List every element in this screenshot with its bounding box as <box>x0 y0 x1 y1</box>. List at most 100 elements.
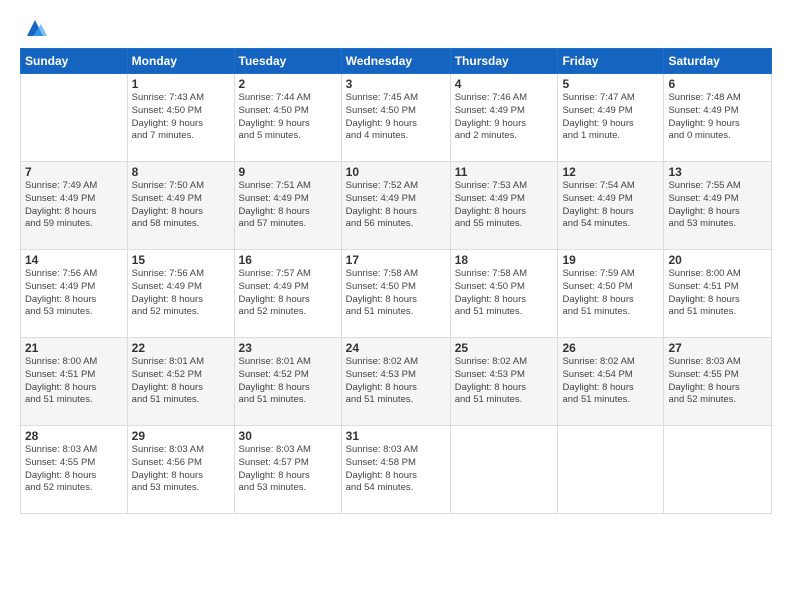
calendar-week-row: 7Sunrise: 7:49 AMSunset: 4:49 PMDaylight… <box>21 162 772 250</box>
calendar-cell <box>558 426 664 514</box>
calendar-cell: 24Sunrise: 8:02 AMSunset: 4:53 PMDayligh… <box>341 338 450 426</box>
calendar-cell: 8Sunrise: 7:50 AMSunset: 4:49 PMDaylight… <box>127 162 234 250</box>
day-number: 20 <box>668 253 767 267</box>
calendar-cell: 12Sunrise: 7:54 AMSunset: 4:49 PMDayligh… <box>558 162 664 250</box>
calendar-cell: 28Sunrise: 8:03 AMSunset: 4:55 PMDayligh… <box>21 426 128 514</box>
day-info: Sunrise: 8:03 AMSunset: 4:58 PMDaylight:… <box>346 444 446 495</box>
day-number: 8 <box>132 165 230 179</box>
day-number: 6 <box>668 77 767 91</box>
day-info: Sunrise: 8:00 AMSunset: 4:51 PMDaylight:… <box>668 268 767 319</box>
calendar-cell: 1Sunrise: 7:43 AMSunset: 4:50 PMDaylight… <box>127 74 234 162</box>
calendar-cell: 13Sunrise: 7:55 AMSunset: 4:49 PMDayligh… <box>664 162 772 250</box>
day-info: Sunrise: 7:58 AMSunset: 4:50 PMDaylight:… <box>455 268 554 319</box>
day-info: Sunrise: 8:03 AMSunset: 4:56 PMDaylight:… <box>132 444 230 495</box>
calendar-cell: 11Sunrise: 7:53 AMSunset: 4:49 PMDayligh… <box>450 162 558 250</box>
logo-icon <box>23 16 47 40</box>
day-info: Sunrise: 7:59 AMSunset: 4:50 PMDaylight:… <box>562 268 659 319</box>
day-info: Sunrise: 8:02 AMSunset: 4:54 PMDaylight:… <box>562 356 659 407</box>
day-number: 12 <box>562 165 659 179</box>
header <box>20 16 772 40</box>
day-info: Sunrise: 7:56 AMSunset: 4:49 PMDaylight:… <box>132 268 230 319</box>
weekday-header: Saturday <box>664 49 772 74</box>
day-info: Sunrise: 7:53 AMSunset: 4:49 PMDaylight:… <box>455 180 554 231</box>
calendar-cell: 27Sunrise: 8:03 AMSunset: 4:55 PMDayligh… <box>664 338 772 426</box>
day-info: Sunrise: 7:45 AMSunset: 4:50 PMDaylight:… <box>346 92 446 143</box>
calendar-cell <box>21 74 128 162</box>
day-info: Sunrise: 7:57 AMSunset: 4:49 PMDaylight:… <box>239 268 337 319</box>
calendar-cell: 10Sunrise: 7:52 AMSunset: 4:49 PMDayligh… <box>341 162 450 250</box>
day-number: 19 <box>562 253 659 267</box>
calendar-cell: 3Sunrise: 7:45 AMSunset: 4:50 PMDaylight… <box>341 74 450 162</box>
day-number: 31 <box>346 429 446 443</box>
weekday-header: Sunday <box>21 49 128 74</box>
calendar-cell <box>450 426 558 514</box>
day-number: 27 <box>668 341 767 355</box>
day-info: Sunrise: 7:46 AMSunset: 4:49 PMDaylight:… <box>455 92 554 143</box>
day-info: Sunrise: 8:02 AMSunset: 4:53 PMDaylight:… <box>455 356 554 407</box>
day-number: 16 <box>239 253 337 267</box>
weekday-header: Thursday <box>450 49 558 74</box>
calendar-table: SundayMondayTuesdayWednesdayThursdayFrid… <box>20 48 772 514</box>
day-number: 21 <box>25 341 123 355</box>
calendar-cell: 20Sunrise: 8:00 AMSunset: 4:51 PMDayligh… <box>664 250 772 338</box>
weekday-header: Monday <box>127 49 234 74</box>
day-number: 14 <box>25 253 123 267</box>
calendar-cell: 9Sunrise: 7:51 AMSunset: 4:49 PMDaylight… <box>234 162 341 250</box>
calendar-cell: 22Sunrise: 8:01 AMSunset: 4:52 PMDayligh… <box>127 338 234 426</box>
day-number: 17 <box>346 253 446 267</box>
calendar-cell: 6Sunrise: 7:48 AMSunset: 4:49 PMDaylight… <box>664 74 772 162</box>
day-info: Sunrise: 7:55 AMSunset: 4:49 PMDaylight:… <box>668 180 767 231</box>
day-info: Sunrise: 7:56 AMSunset: 4:49 PMDaylight:… <box>25 268 123 319</box>
calendar-week-row: 14Sunrise: 7:56 AMSunset: 4:49 PMDayligh… <box>21 250 772 338</box>
calendar-cell: 16Sunrise: 7:57 AMSunset: 4:49 PMDayligh… <box>234 250 341 338</box>
calendar-cell <box>664 426 772 514</box>
day-number: 23 <box>239 341 337 355</box>
day-number: 10 <box>346 165 446 179</box>
calendar-cell: 19Sunrise: 7:59 AMSunset: 4:50 PMDayligh… <box>558 250 664 338</box>
calendar-cell: 31Sunrise: 8:03 AMSunset: 4:58 PMDayligh… <box>341 426 450 514</box>
day-number: 24 <box>346 341 446 355</box>
day-number: 15 <box>132 253 230 267</box>
day-number: 11 <box>455 165 554 179</box>
day-number: 25 <box>455 341 554 355</box>
day-number: 18 <box>455 253 554 267</box>
day-info: Sunrise: 8:01 AMSunset: 4:52 PMDaylight:… <box>239 356 337 407</box>
day-number: 7 <box>25 165 123 179</box>
day-number: 22 <box>132 341 230 355</box>
day-info: Sunrise: 8:03 AMSunset: 4:57 PMDaylight:… <box>239 444 337 495</box>
day-info: Sunrise: 7:47 AMSunset: 4:49 PMDaylight:… <box>562 92 659 143</box>
calendar-cell: 23Sunrise: 8:01 AMSunset: 4:52 PMDayligh… <box>234 338 341 426</box>
day-number: 29 <box>132 429 230 443</box>
weekday-header-row: SundayMondayTuesdayWednesdayThursdayFrid… <box>21 49 772 74</box>
day-info: Sunrise: 8:01 AMSunset: 4:52 PMDaylight:… <box>132 356 230 407</box>
day-number: 2 <box>239 77 337 91</box>
calendar-cell: 14Sunrise: 7:56 AMSunset: 4:49 PMDayligh… <box>21 250 128 338</box>
day-info: Sunrise: 7:51 AMSunset: 4:49 PMDaylight:… <box>239 180 337 231</box>
day-info: Sunrise: 8:03 AMSunset: 4:55 PMDaylight:… <box>25 444 123 495</box>
calendar-cell: 15Sunrise: 7:56 AMSunset: 4:49 PMDayligh… <box>127 250 234 338</box>
day-number: 26 <box>562 341 659 355</box>
day-info: Sunrise: 7:43 AMSunset: 4:50 PMDaylight:… <box>132 92 230 143</box>
calendar-cell: 29Sunrise: 8:03 AMSunset: 4:56 PMDayligh… <box>127 426 234 514</box>
day-info: Sunrise: 7:58 AMSunset: 4:50 PMDaylight:… <box>346 268 446 319</box>
calendar-cell: 26Sunrise: 8:02 AMSunset: 4:54 PMDayligh… <box>558 338 664 426</box>
day-info: Sunrise: 7:48 AMSunset: 4:49 PMDaylight:… <box>668 92 767 143</box>
day-number: 4 <box>455 77 554 91</box>
day-info: Sunrise: 7:44 AMSunset: 4:50 PMDaylight:… <box>239 92 337 143</box>
calendar-week-row: 1Sunrise: 7:43 AMSunset: 4:50 PMDaylight… <box>21 74 772 162</box>
weekday-header: Wednesday <box>341 49 450 74</box>
page: SundayMondayTuesdayWednesdayThursdayFrid… <box>0 0 792 612</box>
calendar-cell: 5Sunrise: 7:47 AMSunset: 4:49 PMDaylight… <box>558 74 664 162</box>
calendar-cell: 30Sunrise: 8:03 AMSunset: 4:57 PMDayligh… <box>234 426 341 514</box>
calendar-cell: 2Sunrise: 7:44 AMSunset: 4:50 PMDaylight… <box>234 74 341 162</box>
day-number: 1 <box>132 77 230 91</box>
day-number: 28 <box>25 429 123 443</box>
calendar-cell: 4Sunrise: 7:46 AMSunset: 4:49 PMDaylight… <box>450 74 558 162</box>
day-info: Sunrise: 8:00 AMSunset: 4:51 PMDaylight:… <box>25 356 123 407</box>
day-number: 3 <box>346 77 446 91</box>
calendar-cell: 7Sunrise: 7:49 AMSunset: 4:49 PMDaylight… <box>21 162 128 250</box>
calendar-cell: 17Sunrise: 7:58 AMSunset: 4:50 PMDayligh… <box>341 250 450 338</box>
day-number: 5 <box>562 77 659 91</box>
day-info: Sunrise: 7:49 AMSunset: 4:49 PMDaylight:… <box>25 180 123 231</box>
day-info: Sunrise: 8:02 AMSunset: 4:53 PMDaylight:… <box>346 356 446 407</box>
